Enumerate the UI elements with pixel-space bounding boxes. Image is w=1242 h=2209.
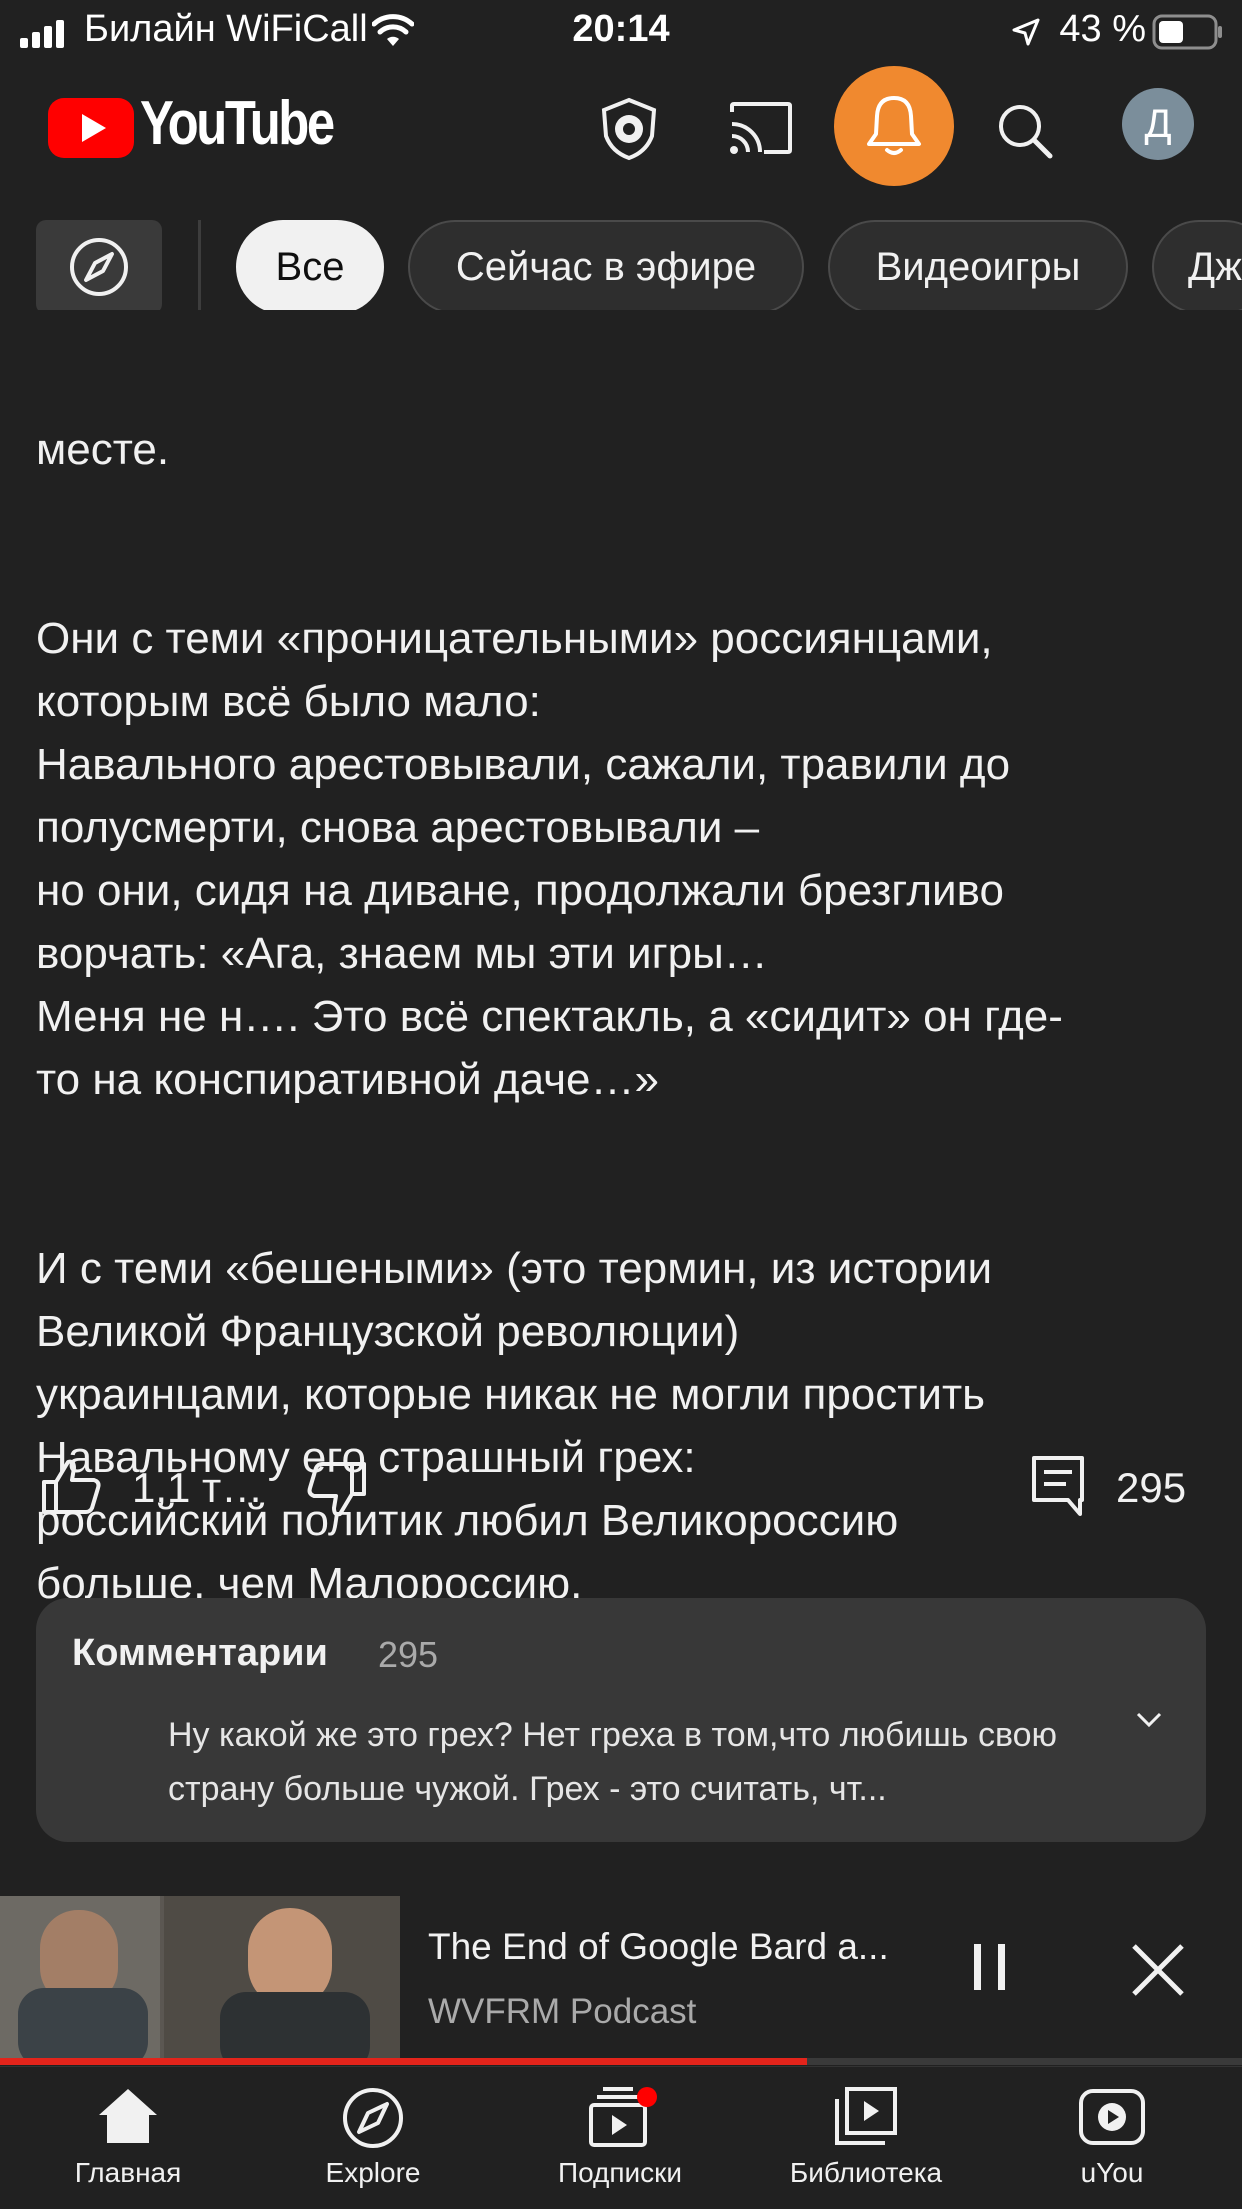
notifications-button[interactable] (834, 66, 954, 186)
chip-partial[interactable]: Дж (1152, 220, 1242, 314)
nav-label: uYou (1080, 2157, 1144, 2188)
mini-player-channel: WVFRM Podcast (428, 1992, 697, 2031)
status-time: 20:14 (572, 8, 670, 50)
search-icon[interactable] (996, 102, 1054, 160)
nav-label: Главная (74, 2157, 182, 2188)
pause-icon[interactable] (970, 1940, 1010, 1996)
compass-icon (343, 2088, 403, 2148)
nav-library[interactable]: Библиотека (742, 2067, 990, 2209)
nav-explore[interactable]: Explore (249, 2067, 497, 2209)
bell-icon (867, 96, 921, 155)
explore-chip[interactable] (36, 220, 162, 314)
compass-icon (70, 238, 128, 296)
location-arrow-icon (1012, 18, 1040, 46)
cast-icon[interactable] (728, 100, 794, 156)
chevron-down-icon[interactable] (1134, 1710, 1164, 1730)
comments-count: 295 (378, 1634, 439, 1675)
status-bar: Билайн WiFiCall 20:14 43 % (0, 0, 1242, 62)
battery-icon (1152, 14, 1222, 50)
post-paragraph: И с теми «бешеными» (это термин, из исто… (36, 1244, 993, 1608)
like-count: 1,1 т… (132, 1464, 264, 1511)
mini-player-progress-fill (0, 2058, 808, 2065)
avatar[interactable]: Д (1122, 88, 1194, 160)
nav-label: Explore (325, 2157, 421, 2188)
library-icon (835, 2087, 897, 2145)
chip-live[interactable]: Сейчас в эфире (408, 220, 804, 314)
nav-home[interactable]: Главная (4, 2067, 252, 2209)
youtube-logo-text[interactable]: YouTube (140, 88, 335, 159)
comments-section[interactable]: Комментарии 295 Ну какой же это грех? Не… (36, 1598, 1206, 1842)
home-icon (99, 2089, 157, 2143)
nav-label: Библиотека (789, 2157, 943, 2188)
bottom-nav: Главная Explore Подписки Библиотека uYou (0, 2066, 1242, 2209)
video-thumbnail[interactable] (0, 1896, 400, 2060)
chip-videogames[interactable]: Видеоигры (828, 220, 1128, 314)
mini-player[interactable]: The End of Google Bard a... WVFRM Podcas… (0, 1896, 1242, 2062)
comment-preview: Ну какой же это грех? Нет греха в том,чт… (168, 1716, 1058, 1808)
shield-icon[interactable] (596, 96, 662, 162)
close-icon[interactable] (1128, 1940, 1188, 2000)
app-header: YouTube Д (0, 62, 1242, 192)
youtube-logo-icon[interactable] (48, 98, 134, 158)
chip-divider (198, 220, 201, 314)
dislike-icon[interactable] (306, 1460, 368, 1520)
nav-label: Подписки (557, 2157, 683, 2188)
mini-player-title: The End of Google Bard a... (428, 1926, 889, 1967)
comments-title: Комментарии (72, 1632, 328, 1674)
like-icon[interactable] (40, 1456, 102, 1516)
subscriptions-icon (589, 2087, 657, 2147)
comment-icon[interactable] (1030, 1454, 1086, 1518)
comment-count: 295 (1116, 1464, 1187, 1511)
uyou-icon (1079, 2089, 1145, 2145)
nav-uyou[interactable]: uYou (988, 2067, 1236, 2209)
nav-subscriptions[interactable]: Подписки (496, 2067, 744, 2209)
post-paragraph: Они с теми «проницательными» россиянцами… (36, 614, 1063, 1104)
post-paragraph: месте. (36, 425, 170, 474)
chip-all[interactable]: Все (236, 220, 384, 314)
battery-percent: 43 % (1059, 8, 1146, 50)
